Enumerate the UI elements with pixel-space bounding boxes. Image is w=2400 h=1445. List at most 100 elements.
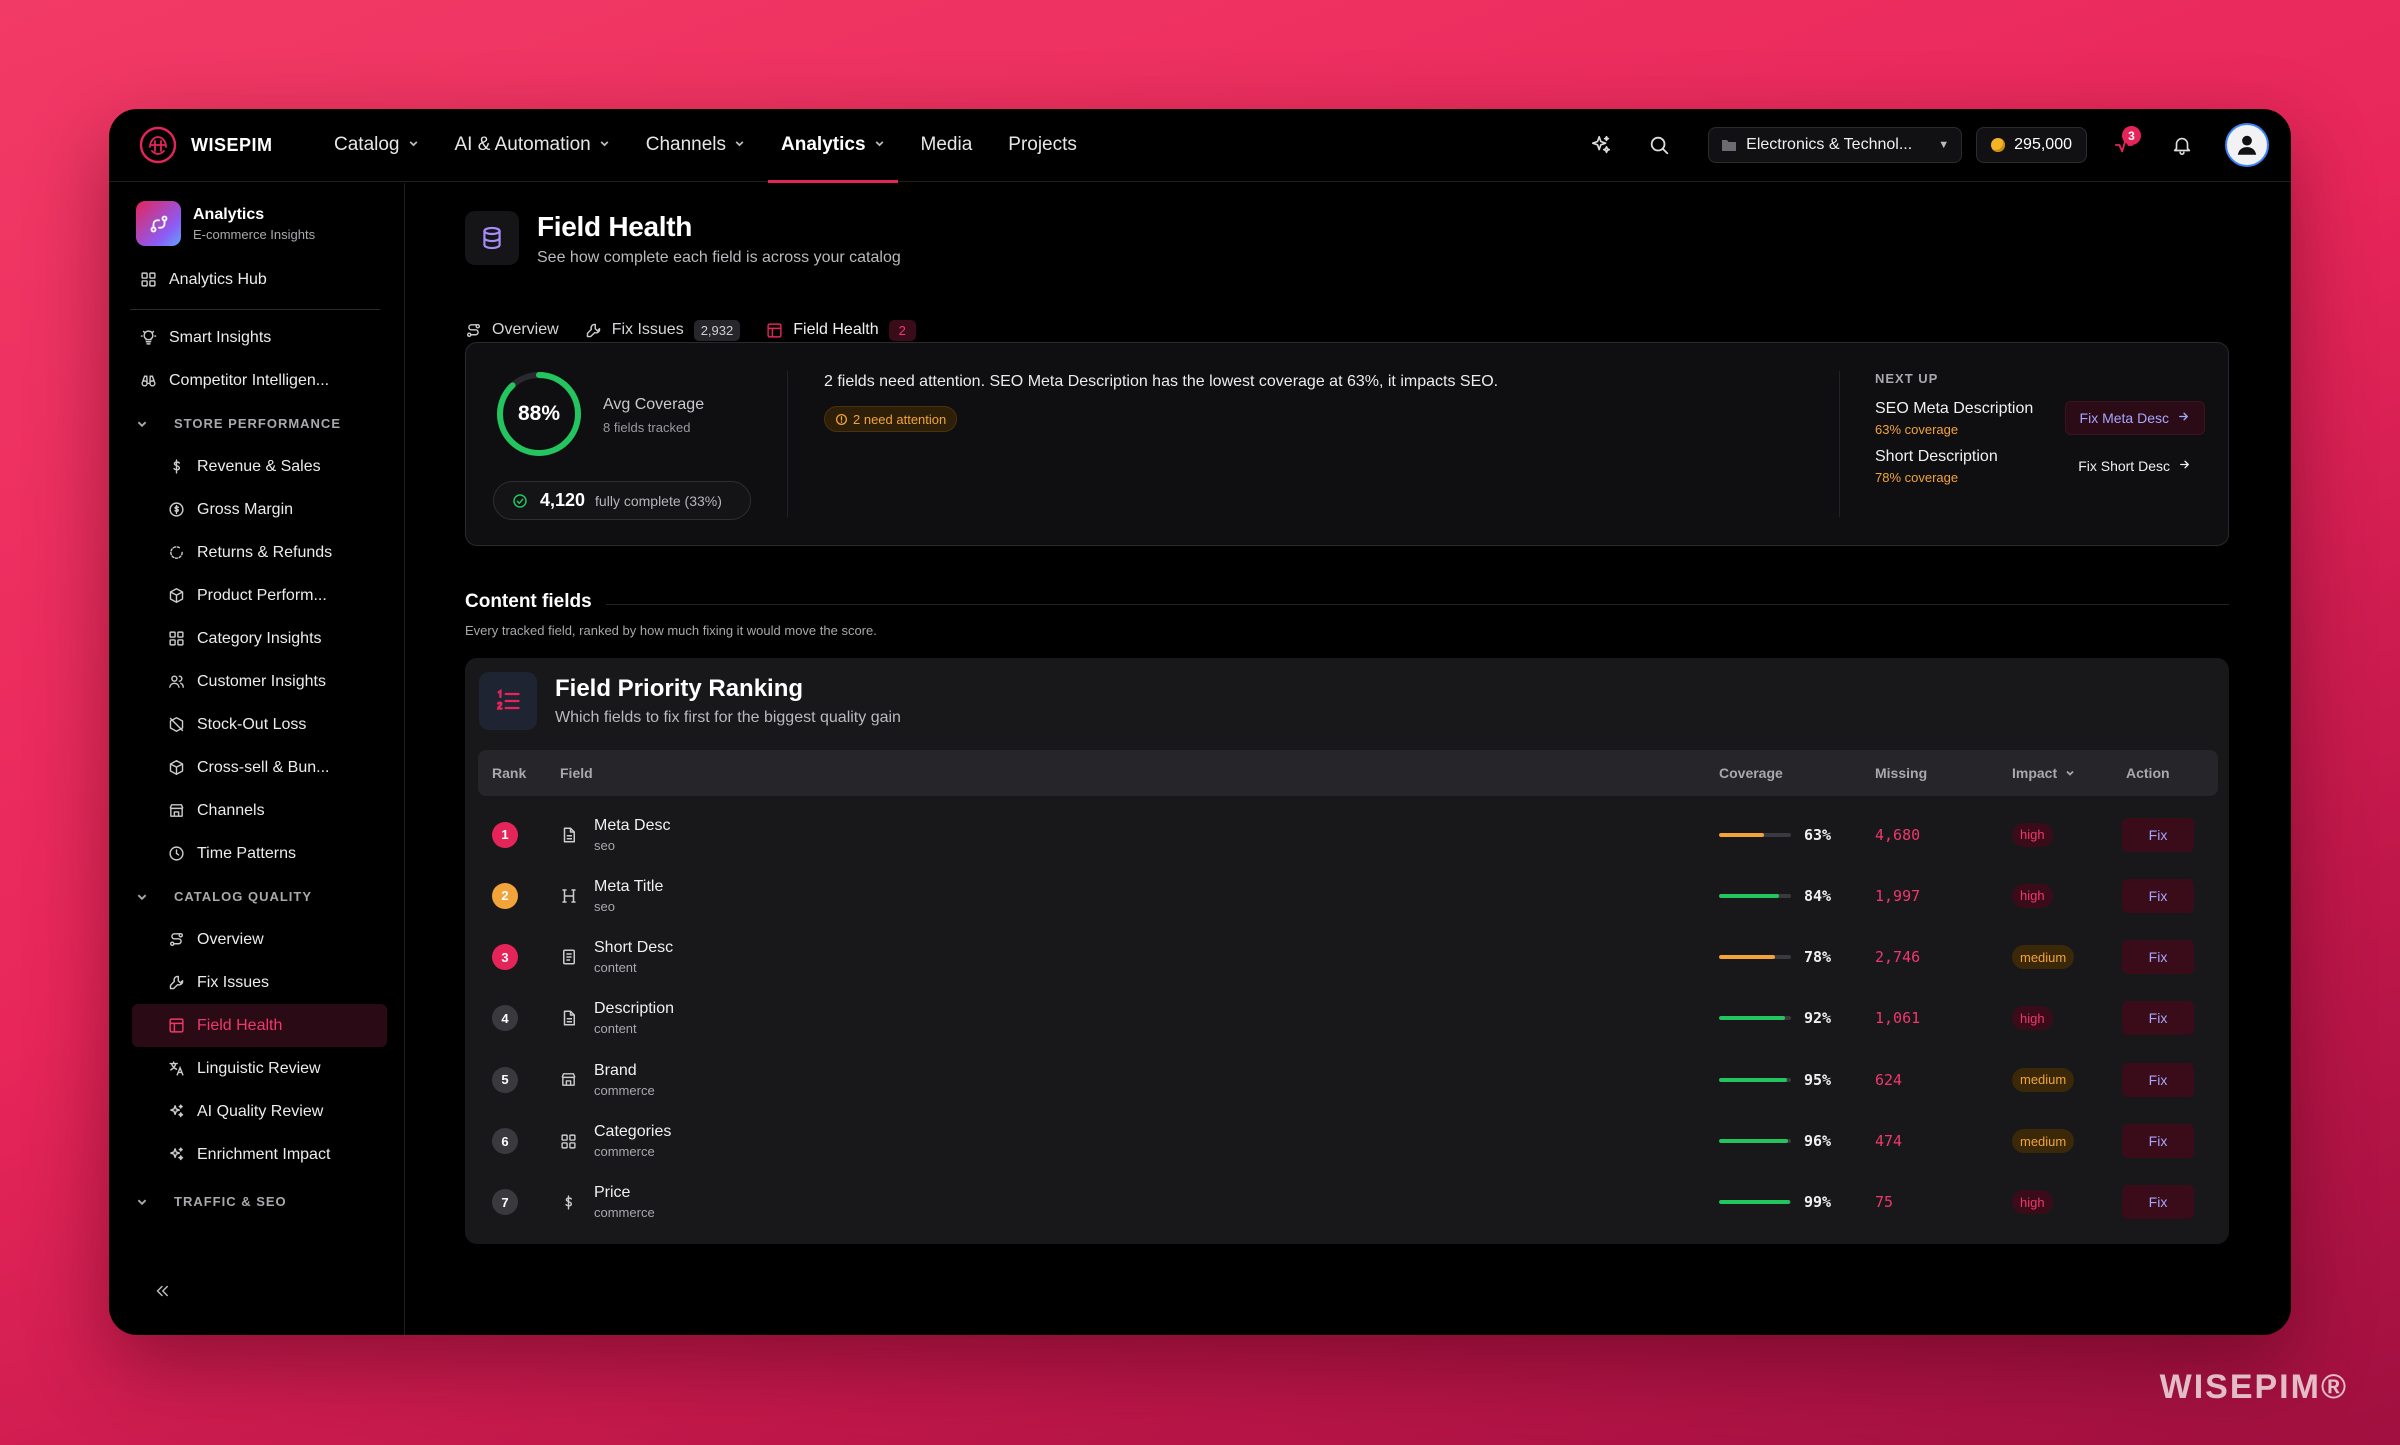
- missing-count: 474: [1875, 1132, 1903, 1150]
- sidebar-item-field-health[interactable]: Field Health: [109, 1004, 404, 1047]
- field-category: commerce: [594, 1082, 655, 1098]
- table-row[interactable]: 6 Categories commerce 96% 474 medium Fix: [478, 1111, 2218, 1172]
- box-icon: [166, 758, 186, 778]
- column-header-coverage[interactable]: Coverage: [1719, 750, 1783, 796]
- sidebar-item-time-patterns[interactable]: Time Patterns: [109, 832, 404, 875]
- nav-item-label: Media: [920, 134, 973, 155]
- rank-badge: 1: [492, 821, 518, 848]
- page-subtitle: See how complete each field is across yo…: [537, 249, 901, 266]
- rank-badge: 7: [492, 1189, 518, 1216]
- sidebar-item-label: Linguistic Review: [197, 1059, 321, 1077]
- brand-logo[interactable]: WISEPIM: [137, 124, 297, 166]
- table-row[interactable]: 1 Meta Desc seo 63% 4,680 high Fix: [478, 804, 2218, 865]
- fix-field-button[interactable]: Fix Short Desc: [2064, 449, 2205, 483]
- credits-balance[interactable]: 295,000: [1976, 127, 2087, 163]
- sidebar-section-toggle[interactable]: TRAFFIC & SEO: [109, 1180, 404, 1223]
- impact-badge: medium: [2012, 1129, 2075, 1153]
- sidebar-item-cross-sell-bun[interactable]: Cross-sell & Bun...: [109, 746, 404, 789]
- sidebar-item-ai-quality-review[interactable]: AI Quality Review: [109, 1090, 404, 1133]
- sidebar-item-competitor-intelligen[interactable]: Competitor Intelligen...: [109, 359, 404, 402]
- sidebar-item-stock-out-loss[interactable]: Stock-Out Loss: [109, 703, 404, 746]
- sidebar-item-label: Field Health: [197, 1016, 283, 1034]
- sidebar-item-overview[interactable]: Overview: [109, 918, 404, 961]
- users-icon: [166, 672, 186, 692]
- sidebar-item-returns-refunds[interactable]: Returns & Refunds: [109, 531, 404, 574]
- table-row[interactable]: 7 Price commerce 99% 75 high Fix: [478, 1172, 2218, 1233]
- sidebar-item-label: Cross-sell & Bun...: [197, 758, 330, 776]
- sidebar-item-fix-issues[interactable]: Fix Issues: [109, 961, 404, 1004]
- column-header-field[interactable]: Field: [560, 750, 593, 796]
- sidebar-item-customer-insights[interactable]: Customer Insights: [109, 660, 404, 703]
- dollar-icon: [166, 457, 186, 477]
- coverage-percent: 63%: [1804, 825, 1832, 844]
- nav-item-channels[interactable]: Channels: [633, 109, 758, 182]
- package-off-icon: [166, 715, 186, 735]
- table-row[interactable]: 2 Meta Title seo 84% 1,997 high Fix: [478, 865, 2218, 926]
- section-divider: [606, 604, 2229, 605]
- table-header: Rank Field Coverage Missing Impact Actio…: [478, 750, 2218, 796]
- nav-item-catalog[interactable]: Catalog: [321, 109, 432, 182]
- user-avatar[interactable]: [2225, 123, 2269, 167]
- coverage-percent: 84%: [1804, 886, 1832, 905]
- ranking-subtitle: Which fields to fix first for the bigges…: [555, 709, 901, 726]
- sidebar-item-product-perform[interactable]: Product Perform...: [109, 574, 404, 617]
- dollar-icon: [560, 1194, 577, 1211]
- fix-button[interactable]: Fix: [2122, 878, 2194, 913]
- next-up-coverage: 78% coverage: [1875, 469, 1959, 485]
- fix-button[interactable]: Fix: [2122, 1062, 2194, 1097]
- fix-button[interactable]: Fix: [2122, 1124, 2194, 1158]
- sidebar-item-linguistic-review[interactable]: Linguistic Review: [109, 1047, 404, 1090]
- nav-item-projects[interactable]: Projects: [995, 109, 1090, 182]
- sidebar-item-smart-insights[interactable]: Smart Insights: [109, 316, 404, 359]
- sidebar-item-enrichment-impact[interactable]: Enrichment Impact: [109, 1133, 404, 1176]
- sidebar-section-label: CATALOG QUALITY: [174, 889, 313, 904]
- column-header-rank[interactable]: Rank: [492, 750, 526, 796]
- sparkles-icon: [166, 1145, 186, 1165]
- sidebar-section-toggle[interactable]: STORE PERFORMANCE: [109, 402, 404, 445]
- column-header-impact[interactable]: Impact: [2012, 750, 2075, 796]
- ai-sparkle-button[interactable]: [1582, 126, 1620, 164]
- fix-button[interactable]: Fix: [2122, 1185, 2194, 1220]
- missing-count: 75: [1875, 1193, 1894, 1212]
- wrench-icon: [166, 973, 186, 993]
- text-doc-icon: [560, 948, 578, 966]
- sidebar-section-label: TRAFFIC & SEO: [174, 1194, 287, 1209]
- sidebar-item-label: Overview: [197, 930, 264, 948]
- brain-logo-icon: [137, 124, 179, 166]
- table-row[interactable]: 3 Short Desc content 78% 2,746 medium Fix: [478, 927, 2218, 988]
- activity-button[interactable]: 3: [2105, 126, 2143, 164]
- nav-item-ai-automation[interactable]: AI & Automation: [442, 109, 623, 182]
- sidebar-item-revenue-sales[interactable]: Revenue & Sales: [109, 445, 404, 488]
- sidebar-item-label: Enrichment Impact: [197, 1145, 331, 1163]
- next-up-field-name: SEO Meta Description: [1875, 399, 2034, 417]
- fields-tracked: 8 fields tracked: [603, 420, 691, 435]
- alert-circle-icon: [835, 413, 848, 426]
- nav-item-media[interactable]: Media: [908, 109, 986, 182]
- fix-button[interactable]: Fix: [2122, 1001, 2194, 1036]
- search-button[interactable]: [1640, 126, 1678, 164]
- workspace-selector[interactable]: Electronics & Technol... ▼: [1708, 127, 1963, 163]
- analytics-logo-icon: [136, 201, 181, 246]
- table-row[interactable]: 4 Description content 92% 1,061 high Fix: [478, 988, 2218, 1049]
- fix-button[interactable]: Fix: [2122, 817, 2194, 852]
- notifications-button[interactable]: [2163, 126, 2201, 164]
- sidebar-subtitle: E-commerce Insights: [193, 226, 316, 242]
- binoculars-icon: [138, 371, 158, 391]
- next-up-panel: NEXT UP SEO Meta Description 63% coverage…: [1875, 371, 2205, 486]
- sidebar-item-label: Time Patterns: [197, 844, 296, 862]
- nav-item-analytics[interactable]: Analytics: [768, 109, 899, 183]
- sidebar-item-gross-margin[interactable]: Gross Margin: [109, 488, 404, 531]
- fix-field-button[interactable]: Fix Meta Desc: [2064, 401, 2205, 435]
- column-header-action[interactable]: Action: [2126, 750, 2170, 796]
- table-row[interactable]: 5 Brand commerce 95% 624 medium Fix: [478, 1049, 2218, 1110]
- coverage-percent: 88%: [517, 402, 561, 425]
- sidebar-section-toggle[interactable]: CATALOG QUALITY: [109, 875, 404, 918]
- sidebar-item-label: Channels: [197, 801, 265, 819]
- field-name: Short Desc: [594, 939, 674, 957]
- sidebar-item-category-insights[interactable]: Category Insights: [109, 617, 404, 660]
- fix-button[interactable]: Fix: [2122, 940, 2194, 975]
- column-header-missing[interactable]: Missing: [1875, 750, 1927, 796]
- sidebar-item-channels[interactable]: Channels: [109, 789, 404, 832]
- collapse-sidebar-button[interactable]: [153, 1282, 171, 1305]
- sidebar-item-analytics-hub[interactable]: Analytics Hub: [109, 258, 404, 301]
